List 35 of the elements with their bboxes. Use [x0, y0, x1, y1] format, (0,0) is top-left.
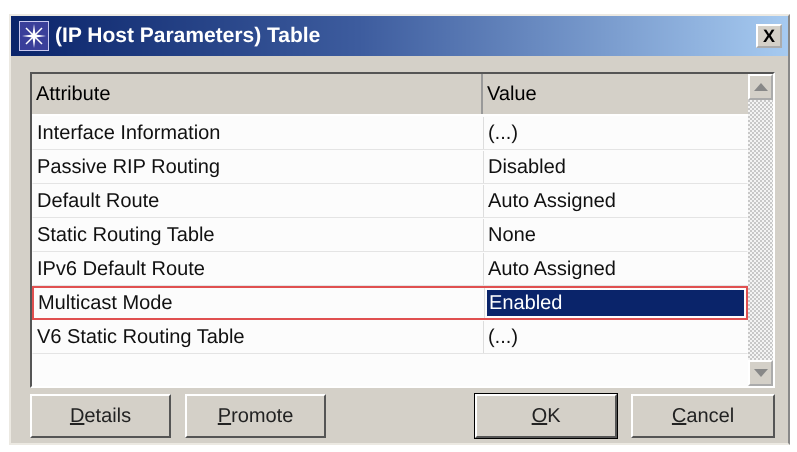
table-row[interactable]: Interface Information (...) [32, 116, 748, 150]
value-cell[interactable]: None [484, 219, 747, 251]
up-arrow-icon [754, 83, 768, 91]
table-row[interactable]: Multicast Mode Enabled [32, 286, 748, 320]
value-cell[interactable]: Auto Assigned [484, 185, 747, 217]
close-button[interactable]: X [756, 24, 782, 48]
attribute-cell: Default Route [33, 185, 484, 217]
dialog-button[interactable]: Details [30, 394, 172, 438]
attribute-cell: V6 Static Routing Table [33, 321, 484, 353]
down-arrow-icon [754, 369, 768, 377]
table-row[interactable]: V6 Static Routing Table (...) [32, 320, 748, 354]
scrollbar[interactable] [748, 74, 773, 386]
dialog-button[interactable]: Promote [185, 394, 326, 438]
attribute-cell: IPv6 Default Route [33, 253, 484, 285]
attribute-cell: Static Routing Table [33, 219, 484, 251]
attribute-cell: Multicast Mode [34, 288, 485, 318]
scroll-down-button[interactable] [748, 360, 773, 386]
table-row[interactable]: IPv6 Default Route Auto Assigned [32, 252, 748, 286]
star-icon [19, 21, 49, 51]
scroll-up-button[interactable] [748, 74, 773, 100]
value-cell[interactable]: Enabled [485, 288, 746, 318]
column-header[interactable]: Value [483, 74, 748, 114]
window-title: (IP Host Parameters) Table [55, 24, 322, 48]
value-cell[interactable]: Disabled [484, 151, 747, 183]
table-row[interactable]: Static Routing Table None [32, 218, 748, 252]
dialog-button[interactable]: Cancel [631, 394, 775, 438]
value-cell[interactable]: Auto Assigned [484, 253, 747, 285]
table-row[interactable]: Passive RIP Routing Disabled [32, 150, 748, 184]
value-cell[interactable]: (...) [484, 321, 747, 353]
dialog-button[interactable]: OK [475, 394, 618, 438]
table-row[interactable]: Default Route Auto Assigned [32, 184, 748, 218]
value-cell[interactable]: (...) [484, 117, 747, 149]
attribute-cell: Interface Information [33, 117, 484, 149]
column-header[interactable]: Attribute [32, 74, 483, 114]
attribute-cell: Passive RIP Routing [33, 151, 484, 183]
